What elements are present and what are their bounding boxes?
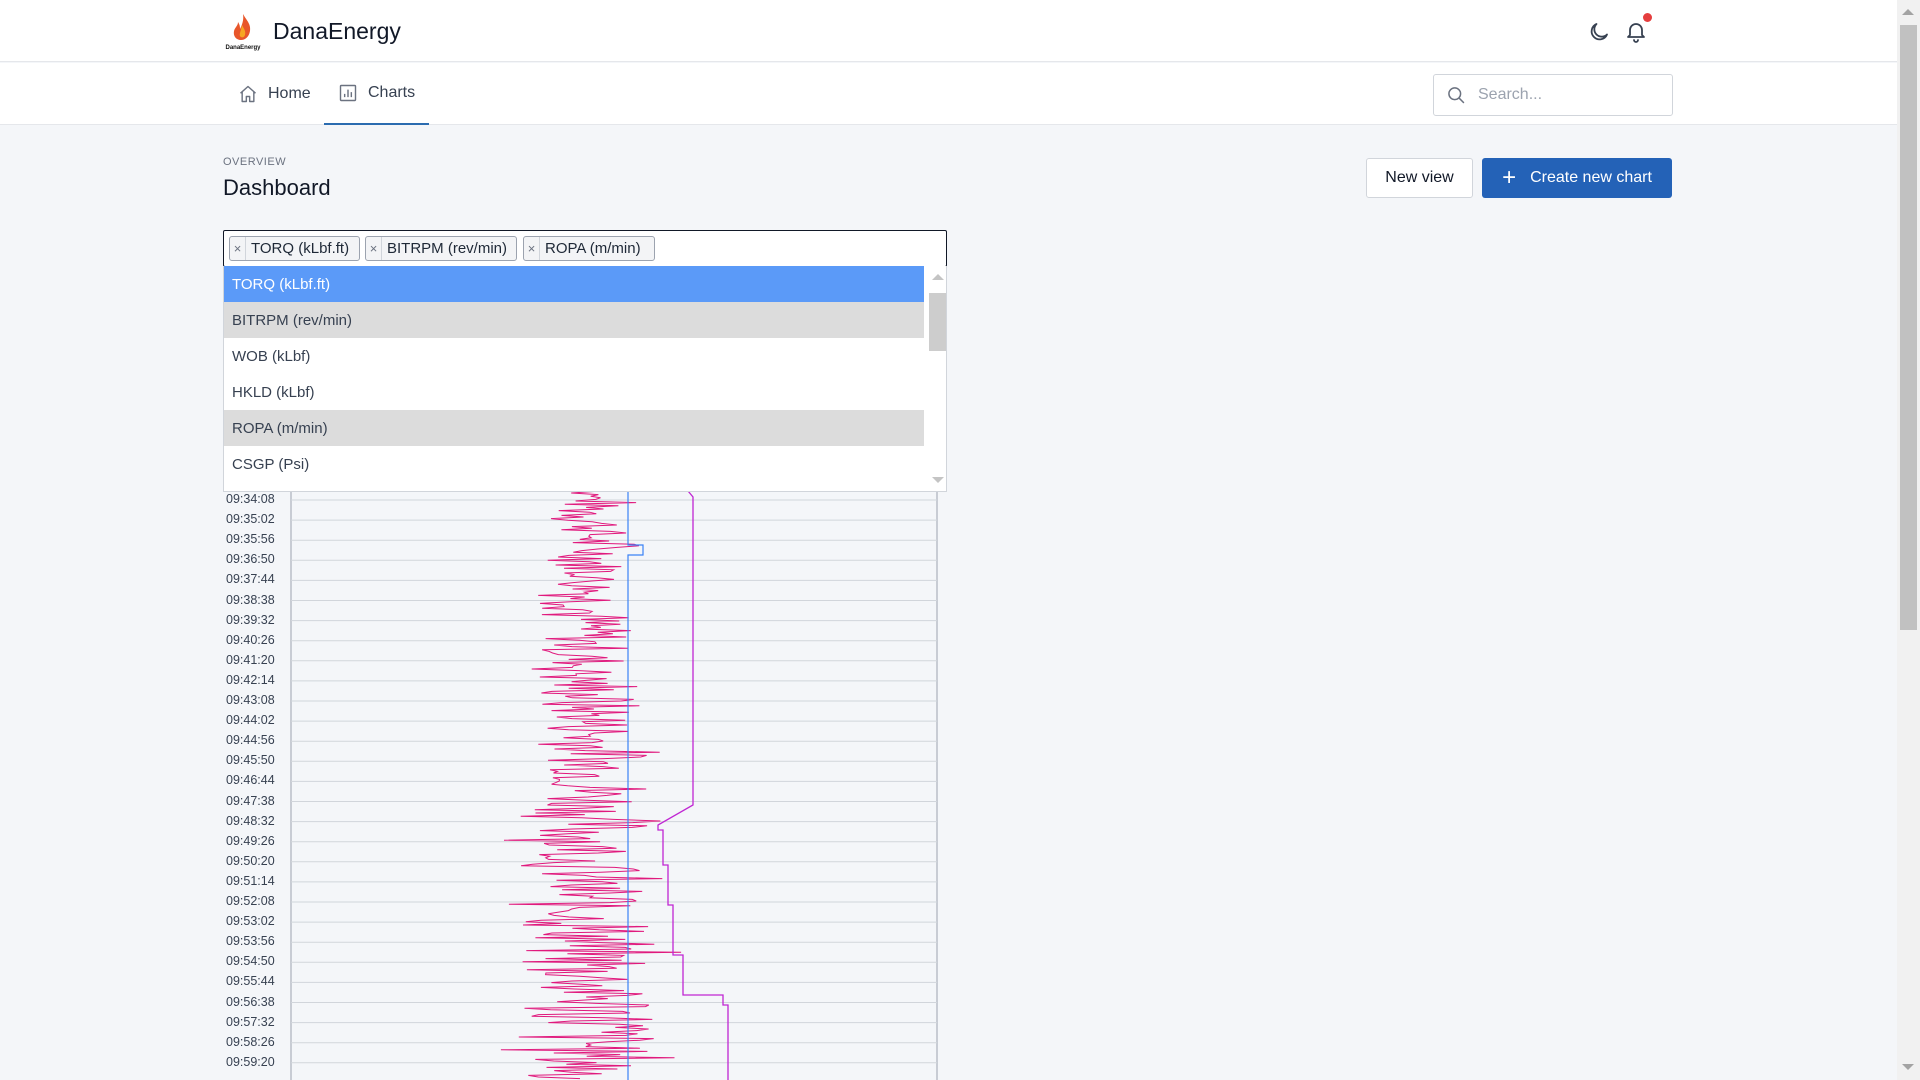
y-tick-label: 09:48:32 (226, 813, 275, 828)
logo-caption: DanaEnergy (225, 45, 261, 51)
y-tick-label: 09:44:56 (226, 733, 275, 748)
y-tick-label: 09:50:20 (226, 853, 275, 868)
tag-label: ROPA (m/min) (545, 240, 641, 257)
y-tick-label: 09:47:38 (226, 793, 275, 808)
nav-tab-home-label: Home (268, 85, 311, 102)
selected-tag-ropa: × ROPA (m/min) (523, 236, 655, 261)
selected-tag-torq: × TORQ (kLbf.ft) (229, 236, 360, 261)
y-tick-label: 09:36:50 (226, 552, 275, 567)
y-tick-label: 09:35:02 (226, 512, 275, 527)
channel-multiselect[interactable]: × TORQ (kLbf.ft) × BITRPM (rev/min) × RO… (223, 230, 947, 267)
y-tick-label: 09:58:26 (226, 1034, 275, 1049)
nav-tab-charts[interactable]: Charts (324, 63, 430, 125)
y-tick-label: 09:41:20 (226, 652, 275, 667)
brand-logo-icon[interactable]: DanaEnergy (221, 12, 265, 52)
page-title: Dashboard (223, 175, 331, 200)
y-tick-label: 09:53:56 (226, 934, 275, 949)
moon-icon[interactable] (1587, 20, 1611, 44)
channel-options-list: TORQ (kLbf.ft) BITRPM (rev/min) WOB (kLb… (223, 266, 947, 492)
series-purple-step (657, 485, 729, 1080)
y-tick-label: 09:44:02 (226, 713, 275, 728)
y-tick-label: 09:43:08 (226, 693, 275, 707)
page-scroll-up-icon[interactable] (1902, 9, 1914, 15)
tag-label: BITRPM (rev/min) (387, 240, 507, 257)
remove-tag-icon[interactable]: × (524, 237, 540, 260)
y-tick-label: 09:45:50 (226, 753, 275, 768)
remove-tag-icon[interactable]: × (230, 237, 246, 260)
y-tick-label: 09:34:08 (226, 492, 275, 506)
scroll-up-arrow-icon[interactable] (932, 274, 944, 280)
bell-icon[interactable] (1624, 19, 1648, 43)
y-tick-label: 09:54:50 (226, 954, 275, 969)
new-view-button[interactable]: New view (1366, 158, 1473, 198)
y-tick-label: 09:57:32 (226, 1014, 275, 1029)
option-wob[interactable]: WOB (kLbf) (224, 338, 924, 374)
y-tick-label: 09:37:44 (226, 572, 275, 587)
y-tick-label: 09:56:38 (226, 994, 275, 1009)
y-tick-label: 09:55:44 (226, 974, 275, 989)
notification-dot (1643, 13, 1652, 22)
chart-svg (290, 485, 938, 1080)
y-tick-label: 09:42:14 (226, 672, 275, 687)
search-box (1433, 74, 1673, 116)
bar-chart-icon (339, 84, 357, 102)
plus-icon: + (1502, 164, 1517, 191)
y-tick-label: 09:40:26 (226, 632, 275, 647)
option-bitrpm[interactable]: BITRPM (rev/min) (224, 302, 924, 338)
time-series-chart: 09:34:08 09:35:02 09:35:56 09:36:50 09:37:44… (223, 485, 943, 1080)
page-eyebrow: OVERVIEW (223, 156, 287, 168)
search-icon (1448, 87, 1465, 104)
options-scrollbar-thumb[interactable] (929, 293, 946, 351)
selected-tag-bitrpm: × BITRPM (rev/min) (365, 236, 517, 261)
option-hkld[interactable]: HKLD (kLbf) (224, 374, 924, 410)
nav-tab-home[interactable]: Home (224, 63, 325, 125)
brand-name[interactable]: DanaEnergy (273, 18, 401, 45)
scroll-down-arrow-icon[interactable] (932, 477, 944, 483)
y-tick-label: 09:35:56 (226, 532, 275, 547)
page-scroll-down-icon[interactable] (1902, 1064, 1914, 1070)
y-tick-label: 09:53:02 (226, 914, 275, 929)
y-tick-label: 09:52:08 (226, 894, 275, 908)
y-tick-label: 09:39:32 (226, 612, 275, 627)
option-ropa[interactable]: ROPA (m/min) (224, 410, 924, 446)
create-new-chart-button[interactable]: + Create new chart (1482, 158, 1672, 198)
option-torq[interactable]: TORQ (kLbf.ft) (224, 266, 924, 302)
create-new-chart-label: Create new chart (1530, 169, 1652, 186)
y-tick-label: 09:51:14 (226, 873, 275, 888)
remove-tag-icon[interactable]: × (366, 237, 382, 260)
y-tick-label: 09:49:26 (226, 833, 275, 848)
page-scrollbar-thumb[interactable] (1900, 25, 1917, 630)
tag-label: TORQ (kLbf.ft) (251, 240, 350, 257)
nav-tab-charts-label: Charts (368, 84, 416, 101)
y-tick-label: 09:46:44 (226, 773, 275, 788)
option-csgp[interactable]: CSGP (Psi) (224, 446, 924, 482)
series-blue-step (627, 485, 644, 1080)
top-bar: DanaEnergy DanaEnergy (0, 0, 1897, 62)
home-icon (240, 85, 256, 103)
search-input[interactable] (1478, 75, 1668, 115)
y-tick-label: 09:38:38 (226, 592, 275, 607)
y-tick-label: 09:59:20 (226, 1054, 275, 1069)
nav-bar: Home Charts (0, 63, 1897, 125)
